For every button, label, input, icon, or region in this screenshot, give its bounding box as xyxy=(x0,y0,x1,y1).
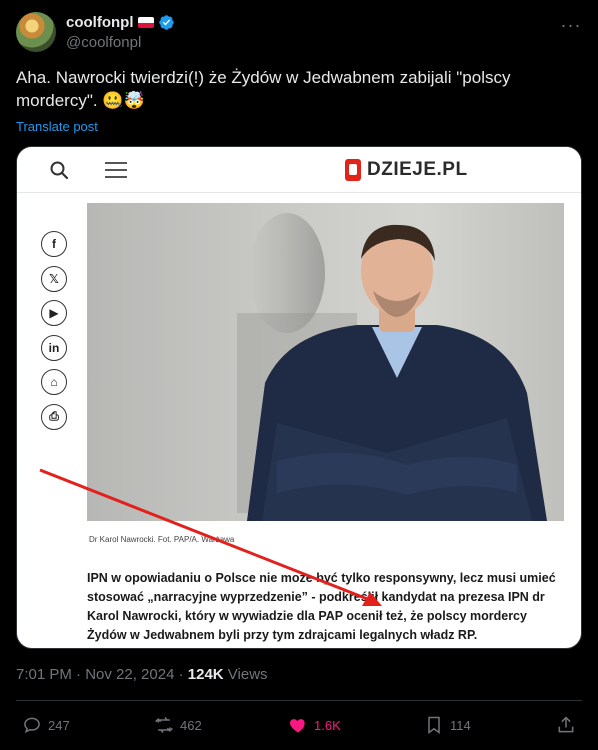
reply-count: 247 xyxy=(48,717,70,733)
site-header: DZIEJE.PL xyxy=(17,147,581,193)
author-name-row: coolfonpl xyxy=(66,14,175,31)
article-photo xyxy=(87,203,564,521)
repost-button[interactable]: 462 xyxy=(154,715,202,735)
youtube-icon: ▶ xyxy=(41,300,67,326)
share-icon xyxy=(558,716,574,733)
reply-button[interactable]: 247 xyxy=(22,715,70,735)
home-icon: ⌂ xyxy=(41,369,67,395)
tweet-meta: 7:01 PM · Nov 22, 2024 · 124K Views xyxy=(16,666,268,683)
translate-post-link[interactable]: Translate post xyxy=(16,119,98,134)
verified-badge-icon[interactable] xyxy=(158,14,175,31)
avatar[interactable] xyxy=(16,12,56,52)
logo-mark-icon xyxy=(345,159,361,181)
share-button[interactable] xyxy=(556,715,576,735)
tweet-header: coolfonpl @coolfonpl ··· xyxy=(16,12,582,56)
article-lead-text: IPN w opowiadaniu o Polsce nie może być … xyxy=(87,571,556,642)
poland-flag-icon xyxy=(137,17,154,28)
views-label: Views xyxy=(223,666,268,683)
site-logo: DZIEJE.PL xyxy=(345,159,468,181)
like-count: 1.6K xyxy=(314,717,341,733)
tweet-text: Aha. Nawrocki twierdzi(!) że Żydów w Jed… xyxy=(16,68,511,110)
like-button[interactable]: 1.6K xyxy=(288,715,341,735)
search-icon xyxy=(50,161,69,180)
portrait-illustration xyxy=(237,213,547,521)
photo-caption: Dr Karol Nawrocki. Fot. PAP/A. Warżawa xyxy=(89,535,235,544)
bookmark-icon xyxy=(428,716,440,734)
timestamp[interactable]: 7:01 PM · Nov 22, 2024 · xyxy=(16,666,188,683)
repost-icon xyxy=(155,716,173,734)
action-bar: 247 462 1.6K 114 xyxy=(0,712,598,740)
share-column: f 𝕏 ▶ in ⌂ ⎙ xyxy=(41,231,69,438)
reply-icon xyxy=(24,717,40,734)
repost-count: 462 xyxy=(180,717,202,733)
hamburger-menu-icon xyxy=(105,162,127,178)
divider xyxy=(16,700,582,701)
facebook-icon: f xyxy=(41,231,67,257)
heart-icon xyxy=(289,719,305,733)
x-icon: 𝕏 xyxy=(41,265,67,292)
more-options-icon[interactable]: ··· xyxy=(560,14,582,36)
author-display-name[interactable]: coolfonpl xyxy=(66,14,134,31)
embedded-image[interactable]: DZIEJE.PL f 𝕏 ▶ in ⌂ ⎙ Dr Karol Nawrocki… xyxy=(16,146,582,649)
site-logo-text: DZIEJE.PL xyxy=(367,159,468,180)
bookmark-button[interactable]: 114 xyxy=(424,715,471,735)
linkedin-icon: in xyxy=(41,334,67,361)
print-icon: ⎙ xyxy=(41,403,67,430)
views-count: 124K xyxy=(187,666,224,683)
author-handle[interactable]: @coolfonpl xyxy=(66,34,141,51)
bookmark-count: 114 xyxy=(450,717,471,733)
